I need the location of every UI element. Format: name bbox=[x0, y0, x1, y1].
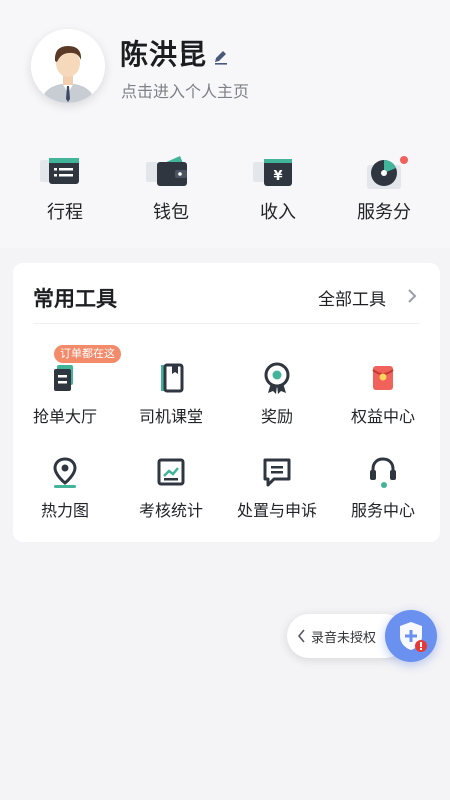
tool-label: 权益中心 bbox=[350, 407, 415, 426]
tool-assessment-stats[interactable]: 考核统计 bbox=[121, 455, 221, 521]
appeal-icon bbox=[263, 458, 291, 487]
assessment-stats-icon bbox=[157, 458, 185, 486]
tool-heatmap[interactable]: 热力图 bbox=[15, 455, 115, 521]
tool-reward[interactable]: 奖励 bbox=[227, 361, 327, 427]
quick-action-wallet[interactable]: 钱包 bbox=[131, 152, 211, 224]
shield-icon bbox=[400, 622, 427, 652]
tool-label: 奖励 bbox=[260, 407, 293, 426]
quick-action-service-score[interactable]: 服务分 bbox=[344, 152, 424, 224]
tool-label: 热力图 bbox=[40, 501, 89, 520]
tool-order-hall[interactable]: 抢单大厅 bbox=[15, 361, 115, 427]
tool-driver-class[interactable]: 司机课堂 bbox=[121, 361, 221, 427]
quick-action-label: 收入 bbox=[260, 202, 296, 223]
tool-label: 考核统计 bbox=[138, 501, 203, 520]
quick-action-itinerary[interactable]: 行程 bbox=[25, 152, 105, 224]
tool-label: 司机课堂 bbox=[138, 407, 203, 426]
quick-action-label: 行程 bbox=[47, 202, 83, 223]
card-title: 常用工具 bbox=[33, 287, 117, 311]
svg-text:¥: ¥ bbox=[273, 169, 282, 184]
chevron-left-icon bbox=[297, 629, 305, 643]
divider bbox=[33, 323, 420, 324]
edit-icon[interactable] bbox=[212, 48, 230, 66]
benefits-icon bbox=[372, 366, 394, 390]
tool-benefits-center[interactable]: 权益中心 bbox=[333, 361, 433, 427]
order-hall-icon bbox=[54, 365, 73, 391]
quick-action-label: 服务分 bbox=[357, 202, 411, 223]
tool-service-center[interactable]: 服务中心 bbox=[333, 455, 433, 521]
heatmap-icon bbox=[53, 457, 77, 488]
notification-dot bbox=[400, 156, 408, 164]
quick-action-income[interactable]: ¥ 收入 bbox=[238, 152, 318, 224]
tool-label: 处置与申诉 bbox=[236, 501, 317, 520]
user-name[interactable]: 陈洪昆 bbox=[120, 33, 207, 73]
driver-class-icon bbox=[161, 363, 184, 393]
reward-icon bbox=[264, 362, 290, 394]
avatar[interactable] bbox=[31, 29, 105, 103]
recording-status-label: 录音未授权 bbox=[311, 631, 377, 646]
tool-appeal[interactable]: 处置与申诉 bbox=[227, 455, 327, 521]
itinerary-icon bbox=[40, 158, 79, 184]
wallet-icon bbox=[146, 156, 187, 186]
quick-action-label: 钱包 bbox=[153, 202, 189, 223]
service-center-icon bbox=[370, 457, 396, 488]
safety-shield-button[interactable] bbox=[385, 610, 437, 662]
all-tools-link[interactable]: 全部工具 bbox=[318, 285, 386, 310]
income-icon: ¥ bbox=[253, 159, 292, 186]
chevron-right-icon[interactable] bbox=[406, 287, 418, 305]
tool-label: 服务中心 bbox=[350, 501, 415, 520]
tool-label: 抢单大厅 bbox=[32, 407, 97, 426]
profile-link-text[interactable]: 点击进入个人主页 bbox=[121, 78, 249, 102]
